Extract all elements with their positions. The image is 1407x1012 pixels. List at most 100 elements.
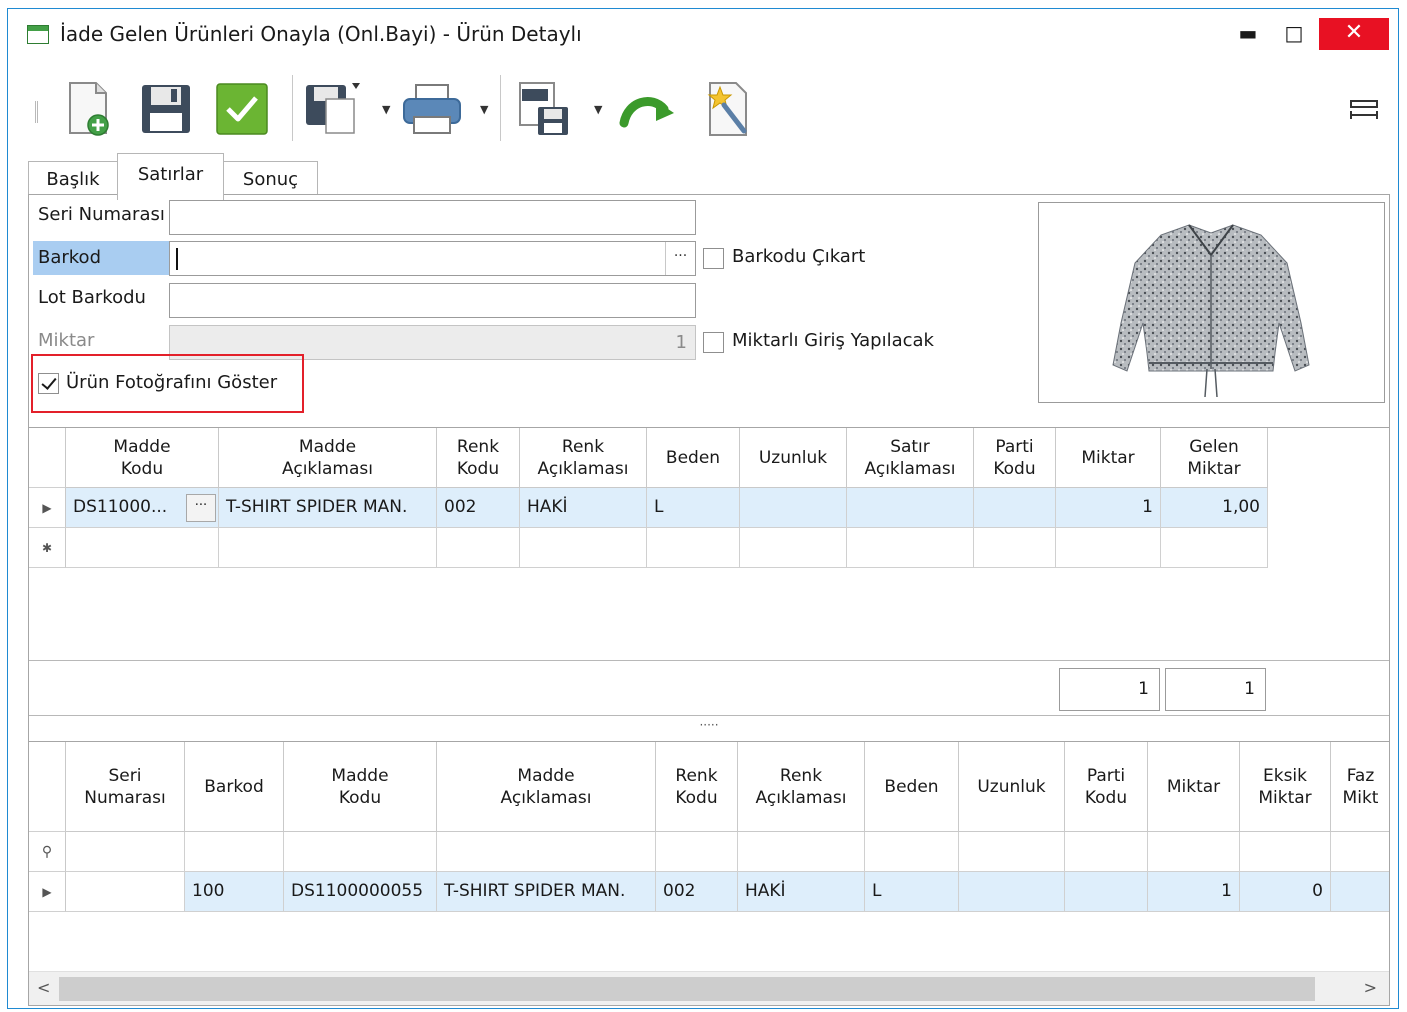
- cell-renk-aciklamasi[interactable]: HAKİ: [520, 488, 647, 528]
- column-header-gelen-miktar[interactable]: Gelen Miktar: [1161, 428, 1268, 488]
- new-row-cell[interactable]: [847, 528, 974, 568]
- new-row-cell[interactable]: [1161, 528, 1268, 568]
- horizontal-scrollbar[interactable]: < >: [29, 971, 1389, 1005]
- print-dropdown-arrow[interactable]: ▼: [480, 103, 488, 116]
- column-header-barkod[interactable]: Barkod: [185, 742, 284, 832]
- cell-satir-aciklamasi[interactable]: [847, 488, 974, 528]
- cell-renk-kodu[interactable]: 002: [656, 872, 738, 912]
- row-indicator: ▶: [29, 872, 66, 912]
- column-header-renk-kodu[interactable]: Renk Kodu: [656, 742, 738, 832]
- scrollbar-thumb[interactable]: [59, 977, 1315, 1001]
- column-header-renk-kodu[interactable]: Renk Kodu: [437, 428, 520, 488]
- wizard-button[interactable]: [694, 76, 758, 142]
- cell-uzunluk[interactable]: [740, 488, 847, 528]
- new-row-cell[interactable]: [66, 528, 219, 568]
- filter-cell[interactable]: [1148, 832, 1240, 872]
- cell-seri-numarasi[interactable]: [66, 872, 185, 912]
- show-photo-checkbox[interactable]: [38, 373, 59, 394]
- column-header-parti-kodu[interactable]: Parti Kodu: [1065, 742, 1148, 832]
- export-txt-button[interactable]: [512, 76, 576, 142]
- close-button[interactable]: ✕: [1319, 18, 1389, 50]
- column-header-beden[interactable]: Beden: [865, 742, 959, 832]
- print-button[interactable]: [400, 76, 464, 142]
- cell-madde-kodu[interactable]: DS1100000055: [284, 872, 437, 912]
- column-header-madde-kodu[interactable]: Madde Kodu: [66, 428, 219, 488]
- new-row-cell[interactable]: [520, 528, 647, 568]
- column-header-uzunluk[interactable]: Uzunluk: [959, 742, 1065, 832]
- column-header-satir-aciklamasi[interactable]: Satır Açıklaması: [847, 428, 974, 488]
- cell-miktar[interactable]: 1: [1056, 488, 1161, 528]
- column-header-madde-aciklamasi[interactable]: Madde Açıklaması: [219, 428, 437, 488]
- cell-beden[interactable]: L: [865, 872, 959, 912]
- new-row-cell[interactable]: [647, 528, 740, 568]
- maximize-button[interactable]: □: [1274, 18, 1314, 50]
- splitter-handle[interactable]: ·····: [29, 715, 1389, 735]
- column-header-beden[interactable]: Beden: [647, 428, 740, 488]
- quantity-entry-checkbox[interactable]: [703, 332, 724, 353]
- minimize-button[interactable]: ▬: [1228, 18, 1268, 50]
- new-row-cell[interactable]: [740, 528, 847, 568]
- serial-number-input[interactable]: [169, 200, 696, 235]
- print-icon: [403, 84, 461, 134]
- column-header-madde-kodu[interactable]: Madde Kodu: [284, 742, 437, 832]
- filter-cell[interactable]: [1065, 832, 1148, 872]
- save-button[interactable]: [134, 76, 198, 142]
- scroll-left-arrow[interactable]: <: [37, 978, 50, 997]
- cell-parti-kodu[interactable]: [1065, 872, 1148, 912]
- save-as-button[interactable]: [302, 76, 366, 142]
- column-header-miktar[interactable]: Miktar: [1056, 428, 1161, 488]
- column-header-miktar[interactable]: Miktar: [1148, 742, 1240, 832]
- export-dropdown-arrow[interactable]: ▼: [594, 103, 602, 116]
- cell-madde-aciklamasi[interactable]: T-SHIRT SPIDER MAN.: [437, 872, 656, 912]
- new-row-cell[interactable]: [219, 528, 437, 568]
- filter-cell[interactable]: [1331, 832, 1389, 872]
- cell-eksik-miktar[interactable]: 0: [1240, 872, 1331, 912]
- column-header-madde-aciklamasi[interactable]: Madde Açıklaması: [437, 742, 656, 832]
- new-row-cell[interactable]: [974, 528, 1056, 568]
- product-blouse-image: [1112, 224, 1310, 398]
- column-header-eksik-miktar[interactable]: Eksik Miktar: [1240, 742, 1331, 832]
- column-header-renk-aciklamasi[interactable]: Renk Açıklaması: [738, 742, 865, 832]
- column-header-fazla-miktar[interactable]: Faz Mikt: [1331, 742, 1389, 832]
- filter-cell[interactable]: [738, 832, 865, 872]
- remove-barcode-checkbox[interactable]: [703, 248, 724, 269]
- new-document-button[interactable]: [58, 76, 122, 142]
- save-as-dropdown-arrow[interactable]: ▼: [382, 103, 390, 116]
- filter-cell[interactable]: [1240, 832, 1331, 872]
- filter-cell[interactable]: [959, 832, 1065, 872]
- cell-gelen-miktar[interactable]: 1,00: [1161, 488, 1268, 528]
- barcode-lookup-button[interactable]: ···: [665, 242, 695, 275]
- cell-renk-aciklamasi[interactable]: HAKİ: [738, 872, 865, 912]
- cell-beden[interactable]: L: [647, 488, 740, 528]
- barcode-input[interactable]: ···: [169, 241, 696, 276]
- filter-cell[interactable]: [284, 832, 437, 872]
- cell-parti-kodu[interactable]: [974, 488, 1056, 528]
- cell-barkod[interactable]: 100: [185, 872, 284, 912]
- new-row-cell[interactable]: [437, 528, 520, 568]
- column-header-renk-aciklamasi[interactable]: Renk Açıklaması: [520, 428, 647, 488]
- column-header-parti-kodu[interactable]: Parti Kodu: [974, 428, 1056, 488]
- cell-madde-aciklamasi[interactable]: T-SHIRT SPIDER MAN.: [219, 488, 437, 528]
- redo-button[interactable]: [616, 76, 680, 142]
- column-header-uzunluk[interactable]: Uzunluk: [740, 428, 847, 488]
- grid-corner: [29, 742, 66, 832]
- column-width-button[interactable]: [1348, 99, 1380, 123]
- new-row-cell[interactable]: [1056, 528, 1161, 568]
- quantity-label: Miktar: [38, 330, 95, 351]
- cell-fazla-miktar[interactable]: [1331, 872, 1389, 912]
- column-header-seri-numarasi[interactable]: Seri Numarası: [66, 742, 185, 832]
- filter-cell[interactable]: [656, 832, 738, 872]
- cell-miktar[interactable]: 1: [1148, 872, 1240, 912]
- filter-cell[interactable]: [865, 832, 959, 872]
- cell-renk-kodu[interactable]: 002: [437, 488, 520, 528]
- lot-barcode-input[interactable]: [169, 283, 696, 318]
- scroll-right-arrow[interactable]: >: [1364, 978, 1377, 997]
- filter-cell[interactable]: [185, 832, 284, 872]
- tab-satirlar[interactable]: Satırlar: [117, 153, 224, 200]
- filter-cell[interactable]: [437, 832, 656, 872]
- cell-uzunluk[interactable]: [959, 872, 1065, 912]
- madde-kodu-lookup-button[interactable]: ···: [186, 494, 216, 522]
- filter-cell[interactable]: [66, 832, 185, 872]
- toolbar-grip[interactable]: [35, 101, 38, 123]
- approve-button[interactable]: [210, 76, 274, 142]
